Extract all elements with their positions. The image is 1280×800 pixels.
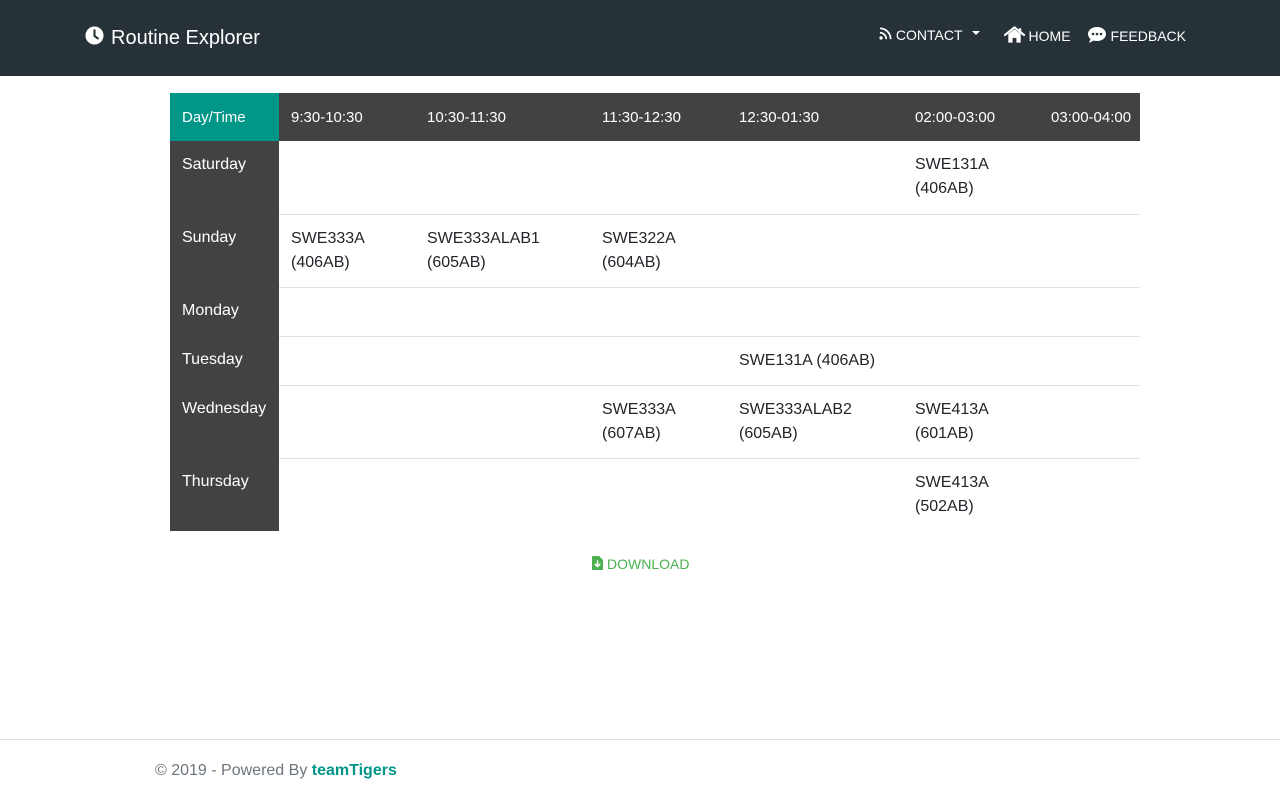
class-cell — [903, 213, 1039, 287]
contact-label: CONTACT — [895, 27, 963, 43]
rss-icon — [879, 27, 896, 43]
day-label: Sunday — [170, 214, 279, 287]
day-label: Tuesday — [170, 336, 279, 385]
class-cell: SWE413A (502AB) — [903, 457, 1039, 531]
nav-links: CONTACT HOME FEEDBACK — [879, 24, 1186, 48]
brand-link[interactable]: Routine Explorer — [85, 25, 260, 51]
class-cell: SWE322A (604AB) — [590, 213, 727, 287]
class-cell — [415, 457, 590, 531]
class-cell: SWE413A (601AB) — [903, 384, 1039, 458]
table-row: Sunday SWE333A (406AB) SWE333ALAB1 (605A… — [170, 213, 1140, 287]
class-cell — [590, 335, 727, 385]
time-slot-header: 10:30-11:30 — [415, 93, 590, 141]
class-cell — [279, 335, 415, 385]
day-label: Wednesday — [170, 385, 279, 458]
table-row: Saturday SWE131A (406AB) — [170, 141, 1140, 214]
class-cell: SWE333A (607AB) — [590, 384, 727, 458]
class-cell — [279, 457, 415, 531]
class-cell — [727, 141, 903, 214]
time-slot-header: 12:30-01:30 — [727, 93, 903, 141]
footer-copyright: © 2019 - Powered By — [155, 762, 312, 779]
class-cell — [1039, 141, 1140, 214]
footer: © 2019 - Powered By teamTigers — [0, 739, 1280, 800]
class-cell — [279, 286, 415, 336]
class-cell — [590, 457, 727, 531]
brand-title: Routine Explorer — [111, 26, 260, 49]
class-cell — [590, 141, 727, 214]
day-time-header: Day/Time — [170, 93, 279, 141]
class-cell — [415, 141, 590, 214]
comment-dots-icon — [1087, 26, 1111, 47]
time-slot-header: 03:00-04:00 — [1039, 93, 1140, 141]
chevron-down-icon — [971, 31, 980, 35]
day-label: Saturday — [170, 141, 279, 214]
home-label: HOME — [1028, 28, 1071, 44]
class-cell: SWE131A (406AB) — [727, 335, 903, 385]
class-cell — [727, 213, 903, 287]
routine-table: Day/Time 9:30-10:30 10:30-11:30 11:30-12… — [170, 93, 1140, 531]
class-cell: SWE333A (406AB) — [279, 213, 415, 287]
class-cell — [279, 384, 415, 458]
download-label: DOWNLOAD — [607, 556, 690, 572]
table-row: Thursday SWE413A (502AB) — [170, 457, 1140, 531]
class-cell — [903, 335, 1039, 385]
time-slot-header: 11:30-12:30 — [590, 93, 727, 141]
class-cell — [903, 286, 1039, 336]
table-row: Wednesday SWE333A (607AB) SWE333ALAB2 (6… — [170, 384, 1140, 458]
class-cell — [727, 457, 903, 531]
table-header-row: Day/Time 9:30-10:30 10:30-11:30 11:30-12… — [170, 93, 1140, 141]
feedback-label: FEEDBACK — [1110, 28, 1186, 44]
class-cell — [1039, 213, 1140, 287]
table-row: Tuesday SWE131A (406AB) — [170, 335, 1140, 385]
navbar: Routine Explorer CONTACT HOME FEEDBACK — [0, 0, 1280, 76]
class-cell — [279, 141, 415, 214]
class-cell: SWE131A (406AB) — [915, 156, 989, 197]
time-slot-header: 02:00-03:00 — [903, 93, 1039, 141]
time-slot-header: 9:30-10:30 — [279, 93, 415, 141]
clock-icon — [85, 25, 111, 51]
class-cell — [590, 286, 727, 336]
class-cell — [1039, 335, 1140, 385]
class-cell — [1039, 286, 1140, 336]
footer-text: © 2019 - Powered By teamTigers — [155, 762, 397, 780]
class-cell — [415, 384, 590, 458]
home-icon — [1003, 25, 1029, 47]
file-download-icon — [592, 555, 607, 573]
table-row: Monday — [170, 286, 1140, 336]
class-cell: SWE333ALAB1 (605AB) — [415, 213, 590, 287]
feedback-link[interactable]: FEEDBACK — [1087, 26, 1186, 47]
class-cell: SWE333ALAB2 (605AB) — [727, 384, 903, 458]
class-cell — [727, 286, 903, 336]
contact-dropdown[interactable]: CONTACT — [879, 27, 980, 43]
class-cell — [415, 335, 590, 385]
class-cell — [1039, 457, 1140, 531]
class-cell — [1039, 384, 1140, 458]
footer-brand-link[interactable]: teamTigers — [312, 762, 397, 779]
download-button[interactable]: DOWNLOAD — [592, 555, 690, 573]
day-label: Thursday — [170, 458, 279, 531]
home-link[interactable]: HOME — [1003, 25, 1071, 47]
class-cell — [415, 286, 590, 336]
day-label: Monday — [170, 287, 279, 336]
